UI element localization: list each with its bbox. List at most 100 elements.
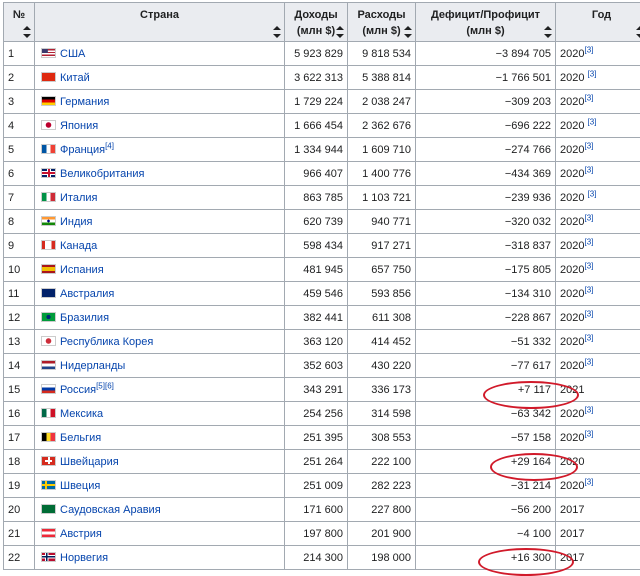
table-row: 2Китай3 622 3135 388 814−1 766 5012020 [… (4, 66, 640, 90)
column-header-country[interactable]: Страна (35, 3, 285, 42)
sa-flag-icon (41, 504, 56, 514)
country-link[interactable]: Швейцария (60, 456, 119, 468)
income-cell: 966 407 (285, 162, 348, 186)
year-cell: 2020[3] (556, 138, 640, 162)
country-link[interactable]: Испания (60, 264, 104, 276)
income-cell: 1 334 944 (285, 138, 348, 162)
country-link[interactable]: Япония (60, 120, 98, 132)
sort-icon[interactable] (335, 25, 345, 39)
country-link[interactable]: Швеция (60, 480, 100, 492)
footnote-link[interactable]: [4] (105, 141, 114, 150)
footnote-link[interactable]: [3] (588, 117, 597, 126)
au-flag-icon (41, 288, 56, 298)
year-value: 2020 (560, 312, 584, 324)
country-link[interactable]: Индия (60, 216, 93, 228)
balance-cell: −31 214 (416, 474, 556, 498)
income-cell: 1 729 224 (285, 90, 348, 114)
year-value: 2020 (560, 408, 584, 420)
country-link[interactable]: США (60, 48, 85, 60)
column-header-unit: (млн $) (297, 25, 335, 37)
footnote-link[interactable]: [3] (588, 69, 597, 78)
footnote-link[interactable]: [3] (588, 189, 597, 198)
country-cell: Канада (35, 234, 285, 258)
country-link[interactable]: Австралия (60, 288, 114, 300)
country-link[interactable]: Канада (60, 240, 97, 252)
at-flag-icon (41, 528, 56, 538)
sort-icon[interactable] (22, 25, 32, 39)
country-link[interactable]: Италия (60, 192, 97, 204)
footnote-link[interactable]: [3] (584, 309, 593, 318)
table-row: 12Бразилия382 441611 308−228 8672020[3] (4, 306, 640, 330)
de-flag-icon (41, 96, 56, 106)
country-link[interactable]: Германия (60, 96, 109, 108)
expenses-cell: 1 103 721 (348, 186, 416, 210)
table-row: 18Швейцария251 264222 100+29 1642020 (4, 450, 640, 474)
sort-icon[interactable] (543, 25, 553, 39)
footnote-link[interactable]: [3] (584, 237, 593, 246)
column-header-index[interactable]: № (4, 3, 35, 42)
footnote-link[interactable]: [5][6] (96, 381, 114, 390)
footnote-link[interactable]: [3] (584, 45, 593, 54)
country-link[interactable]: Мексика (60, 408, 103, 420)
balance-cell: −696 222 (416, 114, 556, 138)
table-row: 3Германия1 729 2242 038 247−309 2032020[… (4, 90, 640, 114)
income-cell: 343 291 (285, 378, 348, 402)
country-link[interactable]: Франция (60, 144, 105, 156)
country-link[interactable]: Нидерланды (60, 360, 125, 372)
balance-cell: −51 332 (416, 330, 556, 354)
country-link[interactable]: Великобритания (60, 168, 144, 180)
year-value: 2020 (560, 216, 584, 228)
row-index: 17 (4, 426, 35, 450)
country-link[interactable]: Республика Корея (60, 336, 153, 348)
table-row: 7Италия863 7851 103 721−239 9362020 [3] (4, 186, 640, 210)
year-cell: 2017 (556, 498, 640, 522)
country-link[interactable]: Бельгия (60, 432, 101, 444)
country-cell: Великобритания (35, 162, 285, 186)
country-link[interactable]: Норвегия (60, 552, 108, 564)
footnote-link[interactable]: [3] (584, 357, 593, 366)
table-row: 14Нидерланды352 603430 220−77 6172020[3] (4, 354, 640, 378)
sort-icon[interactable] (403, 25, 413, 39)
country-link[interactable]: Россия (60, 384, 96, 396)
country-link[interactable]: Бразилия (60, 312, 109, 324)
income-cell: 251 264 (285, 450, 348, 474)
country-link[interactable]: Австрия (60, 528, 102, 540)
income-cell: 620 739 (285, 210, 348, 234)
country-link[interactable]: Саудовская Аравия (60, 504, 161, 516)
footnote-link[interactable]: [3] (584, 429, 593, 438)
table-row: 22Норвегия214 300198 000+16 3002017 (4, 546, 640, 570)
footnote-link[interactable]: [3] (584, 261, 593, 270)
column-header-label: Дефицит/Профицит (431, 9, 540, 21)
year-cell: 2020[3] (556, 162, 640, 186)
year-value: 2020 (560, 288, 584, 300)
sort-icon[interactable] (635, 25, 640, 39)
footnote-link[interactable]: [3] (584, 165, 593, 174)
br-flag-icon (41, 312, 56, 322)
year-value: 2020 (560, 72, 588, 84)
column-header-balance[interactable]: Дефицит/Профицит(млн $) (416, 3, 556, 42)
sort-icon[interactable] (272, 25, 282, 39)
footnote-link[interactable]: [3] (584, 333, 593, 342)
country-cell: Республика Корея (35, 330, 285, 354)
income-cell: 254 256 (285, 402, 348, 426)
year-cell: 2020 [3] (556, 66, 640, 90)
year-cell: 2021 (556, 378, 640, 402)
footnote-link[interactable]: [3] (584, 213, 593, 222)
balance-cell: −434 369 (416, 162, 556, 186)
footnote-link[interactable]: [3] (584, 405, 593, 414)
column-header-income[interactable]: Доходы(млн $) (285, 3, 348, 42)
country-link[interactable]: Китай (60, 72, 90, 84)
balance-cell: −3 894 705 (416, 42, 556, 66)
expenses-cell: 1 400 776 (348, 162, 416, 186)
footnote-link[interactable]: [3] (584, 141, 593, 150)
gb-flag-icon (41, 168, 56, 178)
country-cell: США (35, 42, 285, 66)
column-header-expenses[interactable]: Расходы(млн $) (348, 3, 416, 42)
footnote-link[interactable]: [3] (584, 285, 593, 294)
row-index: 2 (4, 66, 35, 90)
footnote-link[interactable]: [3] (584, 93, 593, 102)
column-header-year[interactable]: Год (556, 3, 640, 42)
income-cell: 352 603 (285, 354, 348, 378)
year-value: 2020 (560, 456, 584, 468)
footnote-link[interactable]: [3] (584, 477, 593, 486)
